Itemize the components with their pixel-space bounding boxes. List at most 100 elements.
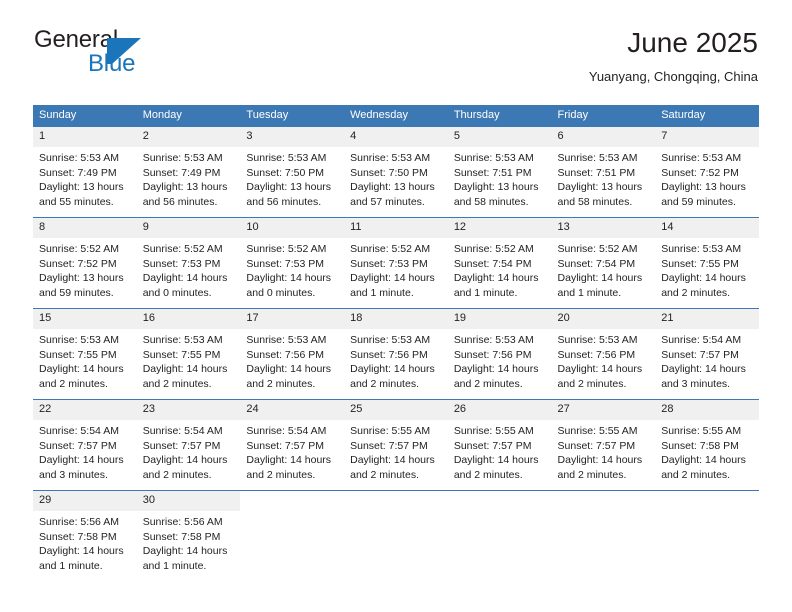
daylight-text-line1: Daylight: 14 hours	[246, 454, 332, 467]
day-number: 5	[447, 127, 552, 147]
day-cell[interactable]: 30 Sunrise: 5:56 AM Sunset: 7:58 PM Dayligh…	[136, 490, 241, 581]
week-row: 15 Sunrise: 5:53 AM Sunset: 7:55 PM Dayligh…	[33, 308, 759, 400]
day-cell[interactable]: 18 Sunrise: 5:53 AM Sunset: 7:56 PM Dayligh…	[344, 308, 448, 400]
daylight-text-line1: Daylight: 14 hours	[453, 272, 539, 285]
weekday-header-thursday: Thursday	[447, 105, 552, 127]
sunrise-text: Sunrise: 5:55 AM	[350, 425, 431, 437]
sunset-text: Sunset: 7:56 PM	[557, 348, 636, 361]
daylight-text-line2: and 0 minutes.	[246, 286, 316, 299]
day-number: 8	[33, 218, 137, 238]
sunrise-text: Sunrise: 5:53 AM	[350, 334, 431, 346]
day-cell[interactable]: 11 Sunrise: 5:52 AM Sunset: 7:53 PM Dayligh…	[344, 217, 448, 309]
day-cell[interactable]: 22 Sunrise: 5:54 AM Sunset: 7:57 PM Dayligh…	[33, 399, 137, 491]
day-number: 18	[344, 309, 448, 329]
weekday-header-wednesday: Wednesday	[344, 105, 448, 127]
daylight-text-line2: and 58 minutes.	[453, 195, 529, 208]
day-info: Sunrise: 5:55 AM Sunset: 7:57 PM Daylight:…	[448, 420, 552, 482]
day-number: 17	[240, 309, 345, 329]
sunset-text: Sunset: 7:57 PM	[39, 439, 117, 452]
sunrise-text: Sunrise: 5:52 AM	[453, 243, 534, 255]
day-number: 27	[551, 400, 656, 420]
day-cell[interactable]: 23 Sunrise: 5:54 AM Sunset: 7:57 PM Dayligh…	[136, 399, 241, 491]
logo-text-blue: Blue	[88, 50, 136, 77]
day-cell[interactable]: 15 Sunrise: 5:53 AM Sunset: 7:55 PM Dayligh…	[33, 308, 137, 400]
sunrise-text: Sunrise: 5:54 AM	[142, 425, 223, 437]
sunset-text: Sunset: 7:55 PM	[661, 257, 739, 270]
calendar-page: General Blue June 2025 Yuanyang, Chongqi…	[0, 0, 792, 612]
day-cell[interactable]: 1 Sunrise: 5:53 AM Sunset: 7:49 PM Daylight…	[33, 126, 137, 218]
sunrise-text: Sunrise: 5:53 AM	[661, 243, 742, 255]
sunrise-text: Sunrise: 5:52 AM	[350, 243, 431, 255]
day-cell[interactable]: 12 Sunrise: 5:52 AM Sunset: 7:54 PM Dayligh…	[447, 217, 552, 309]
general-blue-logo[interactable]: General Blue	[34, 26, 234, 82]
daylight-text-line1: Daylight: 13 hours	[142, 181, 228, 194]
day-cell[interactable]: 2 Sunrise: 5:53 AM Sunset: 7:49 PM Daylight…	[136, 126, 241, 218]
day-cell[interactable]: 13 Sunrise: 5:52 AM Sunset: 7:54 PM Dayligh…	[551, 217, 656, 309]
daylight-text-line1: Daylight: 14 hours	[350, 272, 435, 285]
day-cell[interactable]: 27 Sunrise: 5:55 AM Sunset: 7:57 PM Dayligh…	[551, 399, 656, 491]
week-row: 8 Sunrise: 5:52 AM Sunset: 7:52 PM Daylight…	[33, 217, 759, 309]
day-cell[interactable]: 28 Sunrise: 5:55 AM Sunset: 7:58 PM Dayligh…	[655, 399, 759, 491]
day-cell[interactable]: 19 Sunrise: 5:53 AM Sunset: 7:56 PM Dayligh…	[447, 308, 552, 400]
daylight-text-line1: Daylight: 13 hours	[661, 181, 746, 194]
daylight-text-line2: and 2 minutes.	[453, 468, 523, 481]
daylight-text-line1: Daylight: 13 hours	[557, 181, 643, 194]
day-info: Sunrise: 5:53 AM Sunset: 7:56 PM Daylight:…	[240, 329, 344, 391]
weekday-header-sunday: Sunday	[33, 105, 137, 127]
day-cell[interactable]: 5 Sunrise: 5:53 AM Sunset: 7:51 PM Daylight…	[447, 126, 552, 218]
daylight-text-line2: and 2 minutes.	[39, 377, 108, 390]
day-cell[interactable]: 24 Sunrise: 5:54 AM Sunset: 7:57 PM Dayligh…	[240, 399, 345, 491]
day-info: Sunrise: 5:52 AM Sunset: 7:54 PM Daylight:…	[448, 238, 552, 300]
day-cell[interactable]: 7 Sunrise: 5:53 AM Sunset: 7:52 PM Daylight…	[655, 126, 759, 218]
day-number: 21	[655, 309, 759, 329]
daylight-text-line1: Daylight: 13 hours	[39, 181, 124, 194]
day-cell[interactable]: 14 Sunrise: 5:53 AM Sunset: 7:55 PM Dayligh…	[655, 217, 759, 309]
sunrise-text: Sunrise: 5:54 AM	[246, 425, 327, 437]
daylight-text-line1: Daylight: 14 hours	[142, 454, 228, 467]
sunrise-text: Sunrise: 5:54 AM	[661, 334, 742, 346]
daylight-text-line2: and 57 minutes.	[350, 195, 425, 208]
day-info: Sunrise: 5:56 AM Sunset: 7:58 PM Daylight:…	[33, 511, 137, 573]
sunrise-text: Sunrise: 5:52 AM	[39, 243, 119, 255]
sunrise-text: Sunrise: 5:53 AM	[39, 152, 119, 164]
sunset-text: Sunset: 7:53 PM	[246, 257, 325, 270]
day-info: Sunrise: 5:54 AM Sunset: 7:57 PM Daylight:…	[240, 420, 344, 482]
daylight-text-line1: Daylight: 14 hours	[350, 363, 435, 376]
day-cell[interactable]: 9 Sunrise: 5:52 AM Sunset: 7:53 PM Daylight…	[136, 217, 241, 309]
sunrise-text: Sunrise: 5:53 AM	[246, 334, 327, 346]
day-cell[interactable]: 8 Sunrise: 5:52 AM Sunset: 7:52 PM Daylight…	[33, 217, 137, 309]
daylight-text-line1: Daylight: 14 hours	[453, 454, 539, 467]
sunset-text: Sunset: 7:50 PM	[350, 166, 428, 179]
daylight-text-line2: and 58 minutes.	[557, 195, 633, 208]
daylight-text-line2: and 1 minute.	[557, 286, 622, 299]
daylight-text-line1: Daylight: 14 hours	[453, 363, 539, 376]
sunset-text: Sunset: 7:56 PM	[453, 348, 532, 361]
daylight-text-line2: and 1 minute.	[39, 559, 103, 572]
day-cell-empty	[240, 490, 345, 581]
day-info: Sunrise: 5:54 AM Sunset: 7:57 PM Daylight:…	[33, 420, 137, 482]
day-cell[interactable]: 29 Sunrise: 5:56 AM Sunset: 7:58 PM Dayligh…	[33, 490, 137, 581]
day-cell[interactable]: 17 Sunrise: 5:53 AM Sunset: 7:56 PM Dayligh…	[240, 308, 345, 400]
day-cell[interactable]: 10 Sunrise: 5:52 AM Sunset: 7:53 PM Dayligh…	[240, 217, 345, 309]
daylight-text-line2: and 2 minutes.	[453, 377, 523, 390]
day-cell[interactable]: 21 Sunrise: 5:54 AM Sunset: 7:57 PM Dayligh…	[655, 308, 759, 400]
sunrise-text: Sunrise: 5:56 AM	[142, 516, 223, 528]
day-cell[interactable]: 6 Sunrise: 5:53 AM Sunset: 7:51 PM Daylight…	[551, 126, 656, 218]
day-cell[interactable]: 25 Sunrise: 5:55 AM Sunset: 7:57 PM Dayligh…	[344, 399, 448, 491]
sunrise-text: Sunrise: 5:53 AM	[557, 334, 638, 346]
page-title: June 2025	[627, 27, 758, 58]
day-cell[interactable]: 3 Sunrise: 5:53 AM Sunset: 7:50 PM Daylight…	[240, 126, 345, 218]
day-cell[interactable]: 16 Sunrise: 5:53 AM Sunset: 7:55 PM Dayligh…	[136, 308, 241, 400]
calendar-header-row-group: Sunday Monday Tuesday Wednesday Thursday…	[33, 105, 759, 127]
day-cell[interactable]: 20 Sunrise: 5:53 AM Sunset: 7:56 PM Dayligh…	[551, 308, 656, 400]
daylight-text-line1: Daylight: 14 hours	[661, 454, 746, 467]
daylight-text-line1: Daylight: 14 hours	[39, 545, 124, 558]
sunset-text: Sunset: 7:49 PM	[142, 166, 221, 179]
daylight-text-line2: and 56 minutes.	[142, 195, 218, 208]
day-cell[interactable]: 26 Sunrise: 5:55 AM Sunset: 7:57 PM Dayligh…	[447, 399, 552, 491]
day-cell[interactable]: 4 Sunrise: 5:53 AM Sunset: 7:50 PM Daylight…	[344, 126, 448, 218]
day-number	[240, 491, 345, 511]
day-number: 24	[240, 400, 345, 420]
sunset-text: Sunset: 7:52 PM	[661, 166, 739, 179]
daylight-text-line1: Daylight: 14 hours	[142, 272, 228, 285]
